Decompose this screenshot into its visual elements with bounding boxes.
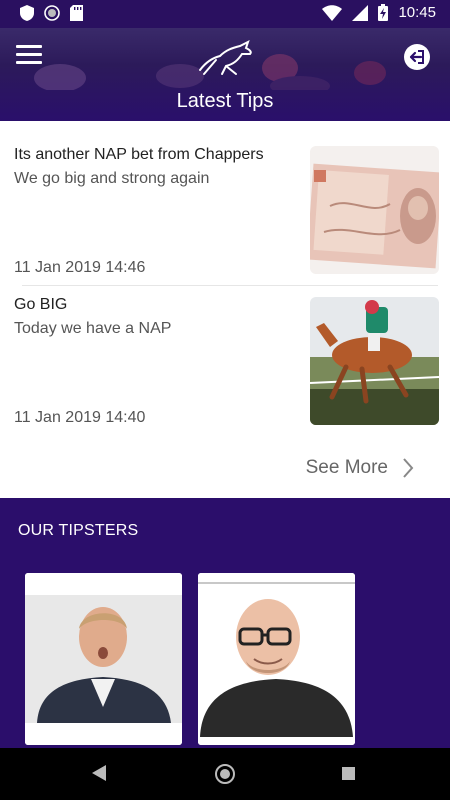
recents-icon[interactable]	[342, 767, 355, 780]
tipster-photo-1	[25, 573, 182, 745]
chevron-right-icon	[403, 458, 414, 478]
status-notifications	[20, 5, 83, 21]
tipsters-heading: OUR TIPSTERS	[18, 522, 139, 539]
tip-date: 11 Jan 2019 14:46	[14, 259, 146, 276]
wifi-icon	[322, 4, 343, 21]
hamburger-line	[16, 61, 42, 64]
logout-arrow-icon	[409, 50, 424, 64]
tip-title: Its another NAP bet from Chappers	[14, 146, 264, 163]
system-nav-bar	[0, 748, 450, 800]
shield-icon	[20, 5, 34, 21]
tipsters-section: OUR TIPSTERS	[0, 498, 450, 748]
tipster-card[interactable]	[198, 573, 355, 745]
tip-subtitle: We go big and strong again	[14, 170, 210, 187]
see-more-label: See More	[305, 457, 388, 478]
app-header: Latest Tips	[0, 28, 450, 121]
tip-thumbnail[interactable]	[310, 146, 439, 274]
tip-subtitle: Today we have a NAP	[14, 320, 172, 337]
circle-icon	[44, 5, 60, 21]
tip-thumbnail[interactable]	[310, 297, 439, 425]
page-title: Latest Tips	[176, 90, 274, 112]
horse-logo-icon	[199, 40, 252, 75]
tipster-photo-2	[198, 573, 355, 745]
back-icon[interactable]	[92, 765, 106, 781]
status-bar: 10:45	[0, 0, 450, 28]
logout-button[interactable]	[404, 44, 430, 70]
tip-item[interactable]: Its another NAP bet from Chappers We go …	[0, 121, 450, 285]
tip-item[interactable]: Go BIG Today we have a NAP 11 Jan 2019 1…	[0, 286, 450, 451]
hamburger-line	[16, 53, 42, 56]
menu-button[interactable]	[16, 45, 42, 67]
status-time: 10:45	[398, 4, 436, 21]
hamburger-line	[16, 45, 42, 48]
sd-card-icon	[70, 5, 83, 21]
tipster-card[interactable]	[25, 573, 182, 745]
see-more-button[interactable]: See More	[306, 457, 414, 479]
banknote-image	[310, 146, 439, 274]
tip-date: 11 Jan 2019 14:40	[14, 409, 146, 426]
battery-charging-icon	[378, 4, 389, 21]
cell-signal-icon	[352, 4, 369, 21]
latest-tips-list: Its another NAP bet from Chappers We go …	[0, 121, 450, 498]
status-system: 10:45	[322, 4, 436, 21]
home-icon[interactable]	[215, 764, 235, 784]
horse-racing-image	[310, 297, 439, 425]
tip-title: Go BIG	[14, 296, 68, 313]
